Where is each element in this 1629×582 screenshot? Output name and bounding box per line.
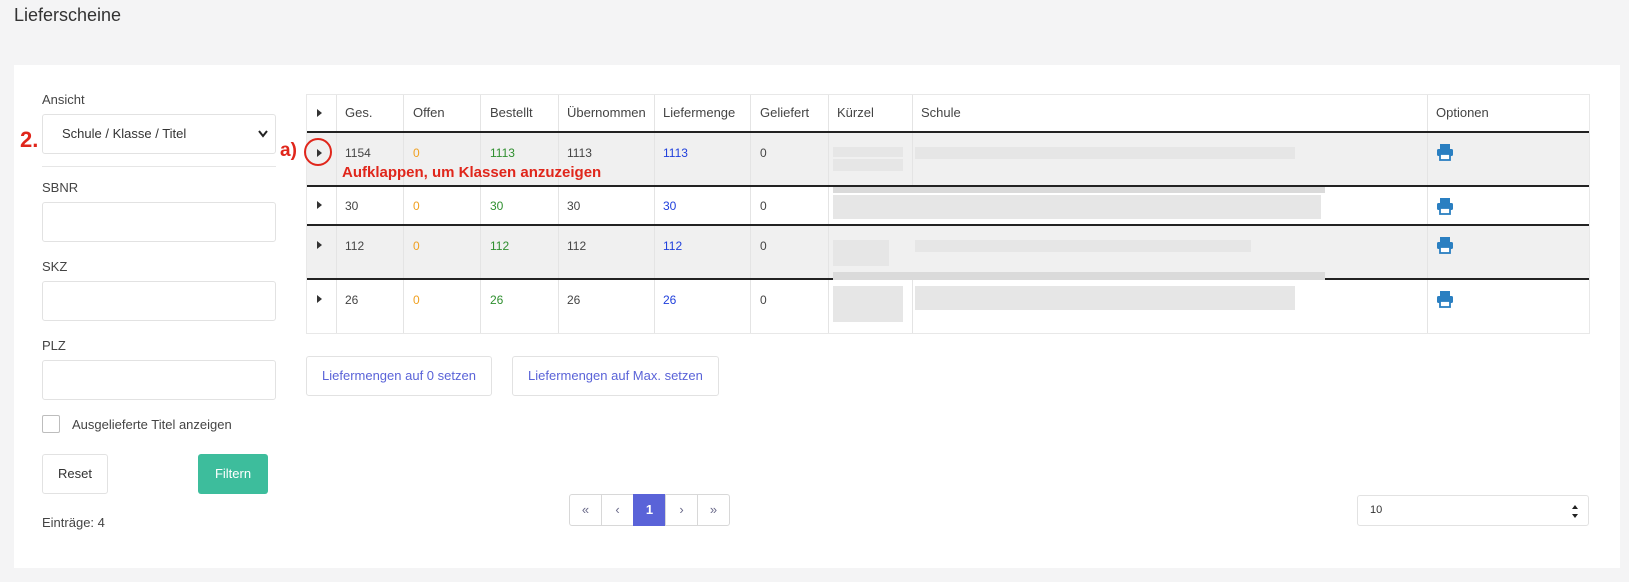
cell-bestellt: 112 [490,239,510,253]
delivery-table: Ges. Offen Bestellt Übernommen Liefermen… [306,94,1590,334]
printer-icon[interactable] [1436,197,1454,215]
cell-offen: 0 [413,199,420,213]
cell-ges: 1154 [345,146,371,160]
skz-input[interactable] [42,281,276,321]
cell-liefermenge: 1113 [663,146,688,160]
page-size-value: 10 [1370,504,1383,516]
current-page-button[interactable]: 1 [633,494,666,526]
table-header: Ges. Offen Bestellt Übernommen Liefermen… [307,95,1589,133]
col-uebernommen[interactable]: Übernommen [567,95,646,131]
redacted-schule [915,240,1251,252]
redacted-kuerzel [833,147,903,157]
table-row[interactable]: 26 0 26 26 26 0 [307,280,1589,333]
set-zero-button[interactable]: Liefermengen auf 0 setzen [306,356,492,396]
cell-uebernommen: 112 [567,239,587,253]
cell-ges: 30 [345,199,359,213]
redacted-schule [833,272,1325,280]
sort-updown-icon [1570,496,1580,530]
cell-bestellt: 1113 [490,146,515,160]
delivered-titles-checkbox[interactable] [42,415,60,433]
col-offen[interactable]: Offen [413,95,445,131]
cell-offen: 0 [413,239,420,253]
col-kuerzel[interactable]: Kürzel [837,95,874,131]
set-max-button[interactable]: Liefermengen auf Max. setzen [512,356,719,396]
col-bestellt[interactable]: Bestellt [490,95,533,131]
cell-uebernommen: 30 [567,199,581,213]
next-page-button[interactable]: › [665,494,698,526]
redacted-kuerzel [833,240,889,266]
redacted-kuerzel [833,286,903,322]
delivered-titles-label: Ausgelieferte Titel anzeigen [72,417,232,432]
filter-button[interactable]: Filtern [198,454,268,494]
col-optionen: Optionen [1436,105,1489,120]
annotation-circle [304,138,332,166]
cell-bestellt: 30 [490,199,504,213]
cell-bestellt: 26 [490,293,504,307]
cell-geliefert: 0 [760,239,767,253]
col-geliefert[interactable]: Geliefert [760,95,809,131]
sidebar-divider [42,166,276,167]
page-title: Lieferscheine [14,5,122,25]
redacted-kuerzel [833,159,903,171]
cell-ges: 26 [345,293,359,307]
chevron-down-icon [257,115,269,168]
caret-right-icon[interactable] [317,109,322,117]
sbnr-input[interactable] [42,202,276,242]
table-row[interactable]: 112 0 112 112 112 0 [307,226,1589,280]
table-row[interactable]: 30 0 30 30 30 0 [307,187,1589,226]
cell-liefermenge: 30 [663,199,677,213]
cell-geliefert: 0 [760,199,767,213]
skz-label: SKZ [42,259,68,274]
redacted-schule [833,195,1321,219]
redacted-schule [915,147,1295,159]
plz-input[interactable] [42,360,276,400]
caret-right-icon[interactable] [317,201,322,209]
cell-geliefert: 0 [760,146,767,160]
main-card: Ansicht Schule / Klasse / Titel SBNR SKZ… [14,65,1620,568]
col-liefermenge[interactable]: Liefermenge [663,95,735,131]
cell-geliefert: 0 [760,293,767,307]
pagination: « ‹ 1 › » [569,494,730,526]
last-page-button[interactable]: » [697,494,730,526]
cell-ges: 112 [345,239,365,253]
printer-icon[interactable] [1436,290,1454,308]
col-schule[interactable]: Schule [921,95,961,131]
page-size-select[interactable]: 10 [1357,495,1589,526]
reset-button[interactable]: Reset [42,454,108,494]
redacted-schule [915,286,1295,310]
cell-uebernommen: 1113 [567,146,592,160]
sbnr-label: SBNR [42,180,79,195]
ansicht-select[interactable]: Schule / Klasse / Titel [42,114,276,154]
printer-icon[interactable] [1436,143,1454,161]
annotation-a-label: a) [280,140,297,161]
caret-right-icon[interactable] [317,241,322,249]
prev-page-button[interactable]: ‹ [601,494,634,526]
printer-icon[interactable] [1436,236,1454,254]
redacted-schule [833,187,1325,193]
col-ges[interactable]: Ges. [345,95,372,131]
step-number-annotation: 2. [20,127,39,152]
ansicht-label: Ansicht [42,92,85,107]
ansicht-select-value: Schule / Klasse / Titel [62,126,187,141]
cell-liefermenge: 26 [663,293,677,307]
annotation-expand-hint: Aufklappen, um Klassen anzuzeigen [342,164,602,181]
caret-right-icon[interactable] [317,295,322,303]
cell-uebernommen: 26 [567,293,581,307]
entries-count: Einträge: 4 [42,515,105,530]
cell-offen: 0 [413,146,420,160]
first-page-button[interactable]: « [569,494,602,526]
cell-offen: 0 [413,293,420,307]
plz-label: PLZ [42,338,66,353]
cell-liefermenge: 112 [663,239,683,253]
